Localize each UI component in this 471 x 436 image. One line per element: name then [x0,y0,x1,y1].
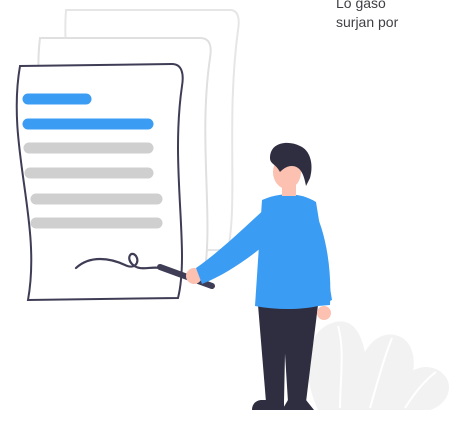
contract-signing-illustration [15,9,450,410]
person-shoes [252,400,314,410]
person-back-hand [317,306,331,320]
plant-leaves [307,321,450,410]
person-legs [258,305,318,402]
